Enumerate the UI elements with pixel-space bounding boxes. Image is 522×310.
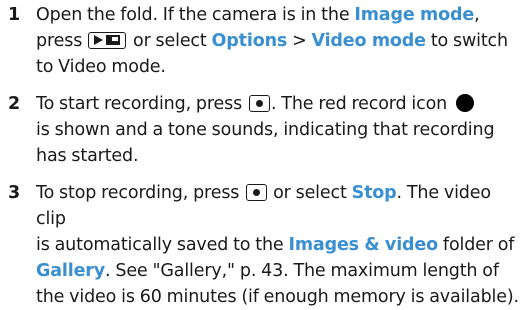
step-number: 3	[8, 183, 21, 203]
step-text: folder of	[438, 235, 515, 255]
step-text: To start recording, press	[36, 94, 247, 114]
images-video-keyword: Images & video	[288, 235, 439, 255]
step-text: . The red record icon	[270, 94, 452, 114]
step-number: 2	[8, 94, 21, 114]
step-text: Open the fold. If the camera is in the	[36, 5, 355, 25]
step-text: ,	[474, 5, 480, 25]
instruction-steps: 1 Open the fold. If the camera is in the…	[0, 0, 522, 310]
step-number: 1	[8, 5, 21, 25]
step-text: is automatically saved to the	[36, 235, 289, 255]
image-mode-keyword: Image mode	[354, 5, 475, 25]
step-text: to switch	[425, 31, 508, 51]
camera-mode-key-icon	[88, 32, 127, 49]
step-text: . See "Gallery," p. 43. The maximum leng…	[105, 261, 499, 281]
red-record-icon	[455, 94, 474, 112]
step-text: is shown and a tone sounds, indicating t…	[36, 120, 495, 140]
stop-keyword: Stop	[351, 183, 397, 203]
step-2: 2 To start recording, press . The red re…	[0, 91, 522, 169]
step-text: To stop recording, press	[36, 183, 245, 203]
step-text: >	[287, 31, 312, 51]
step-text: or select	[268, 183, 352, 203]
step-text: the video is 60 minutes (if enough memor…	[36, 287, 519, 307]
step-text: press	[36, 31, 88, 51]
options-keyword: Options	[211, 31, 288, 51]
step-text: has started.	[36, 146, 139, 166]
capture-key-icon	[246, 184, 268, 201]
step-3: 3 To stop recording, press or select Sto…	[0, 180, 522, 310]
capture-key-icon	[248, 95, 270, 112]
step-1: 1 Open the fold. If the camera is in the…	[0, 2, 522, 80]
step-text: to Video mode.	[36, 57, 166, 77]
gallery-keyword: Gallery	[36, 261, 106, 281]
video-mode-keyword: Video mode	[311, 31, 427, 51]
step-text: or select	[128, 31, 212, 51]
